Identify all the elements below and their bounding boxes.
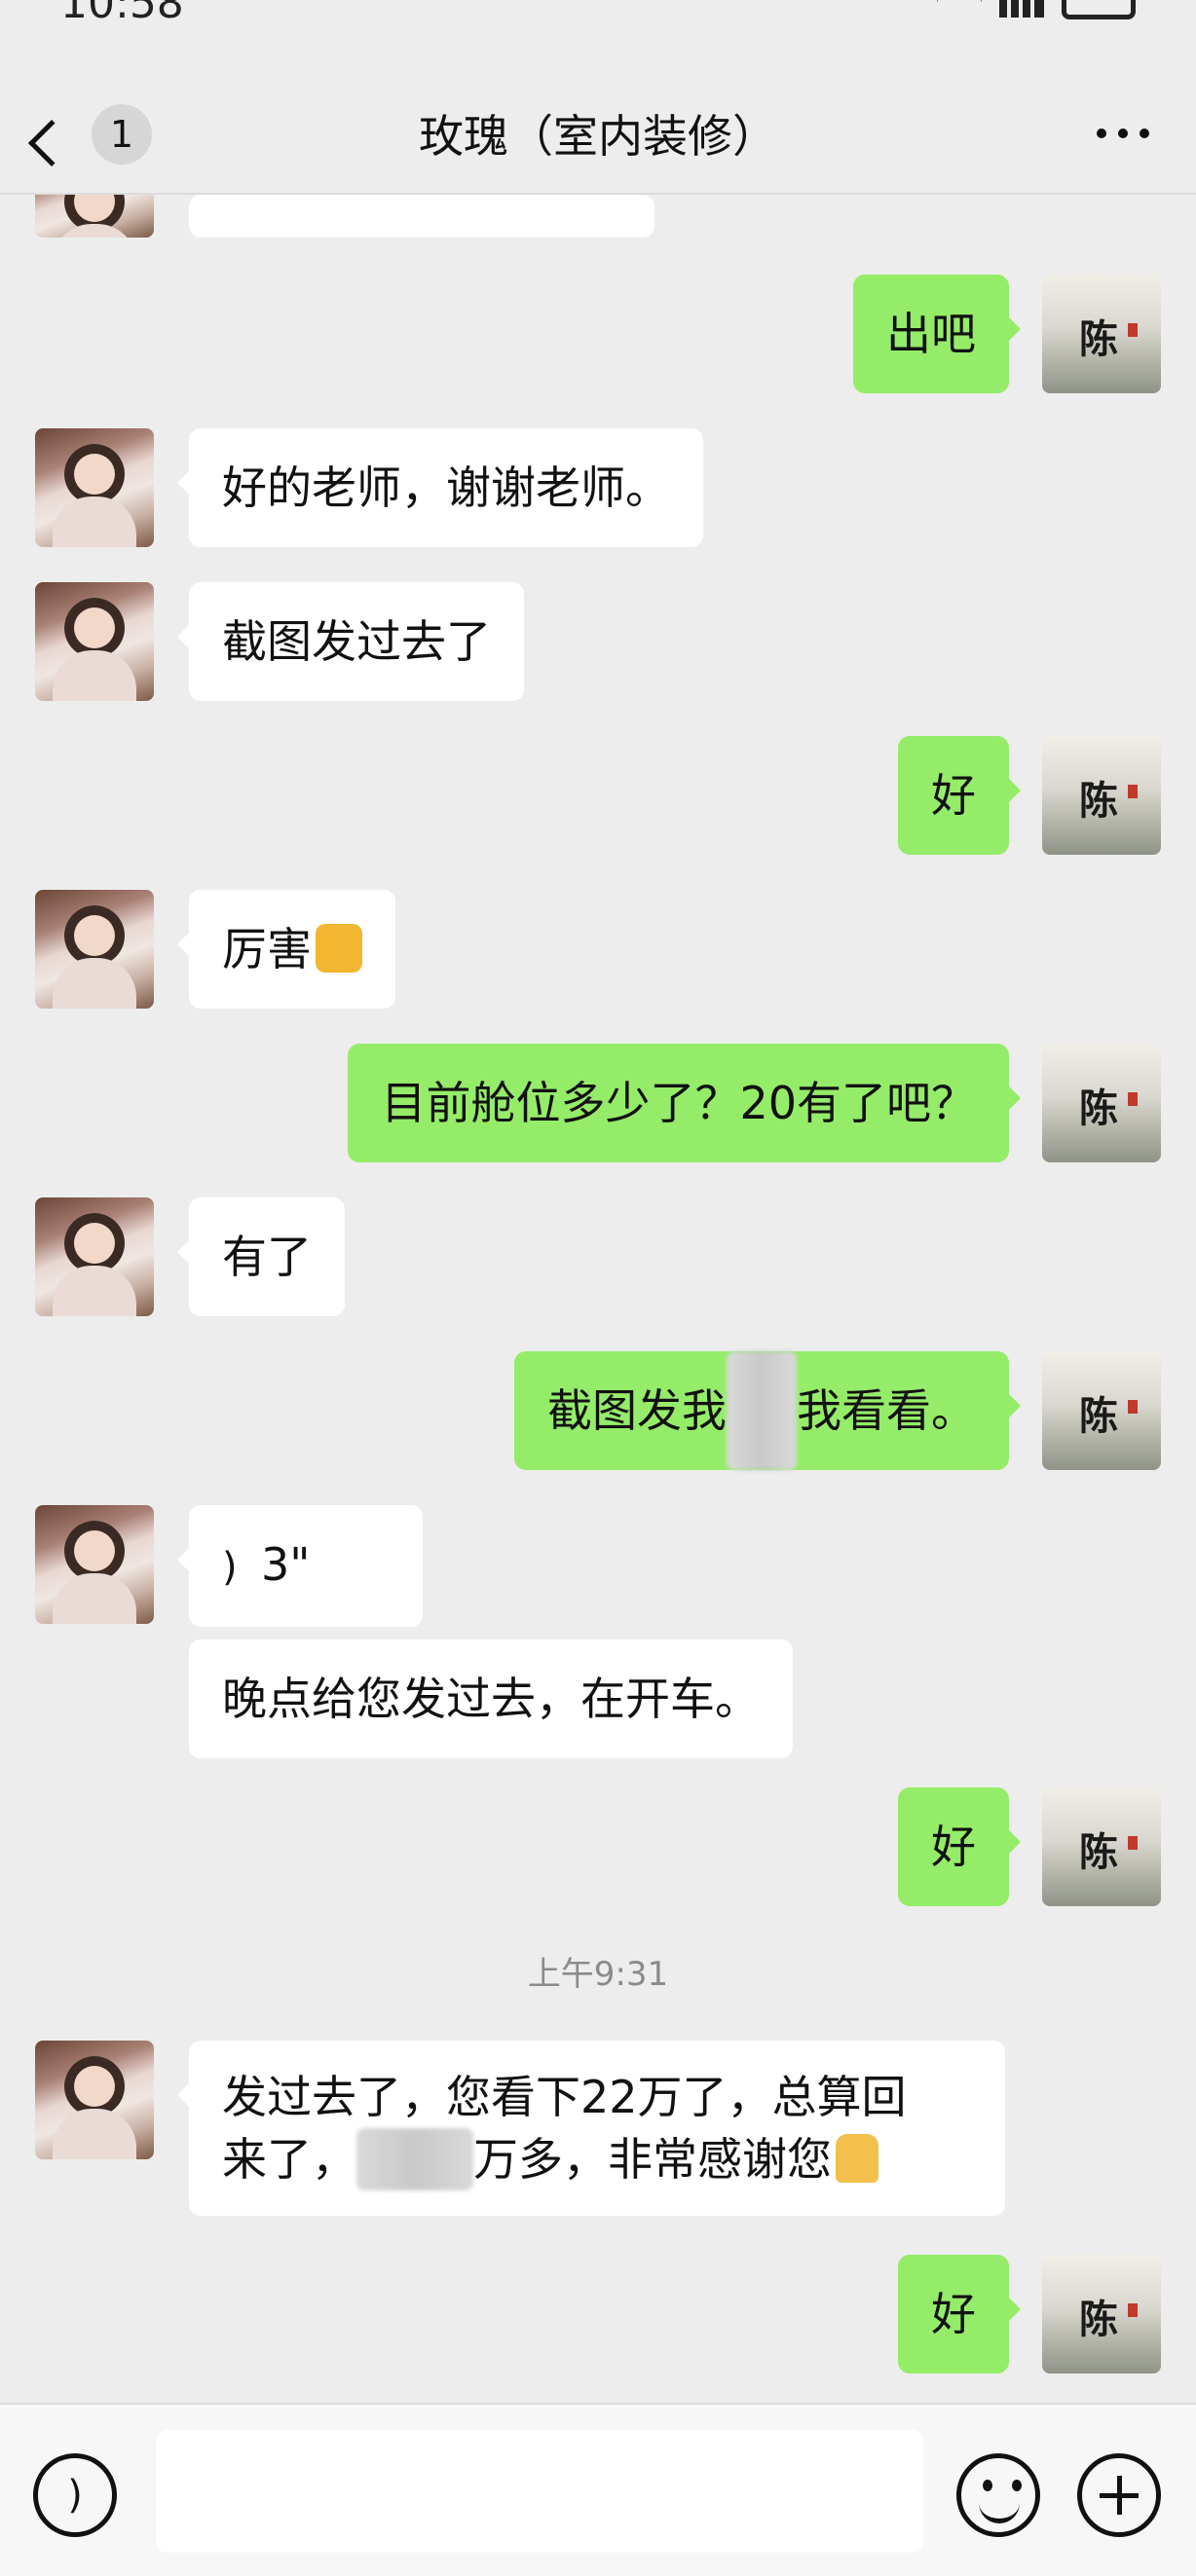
emoji-icon[interactable] bbox=[956, 2453, 1040, 2537]
voice-message-bubble[interactable]: ) 3" bbox=[177, 1505, 423, 1627]
message-row: 截图发我 我看看。 陈 bbox=[0, 1351, 1196, 1470]
message-bubble-outgoing[interactable]: 好 bbox=[898, 2255, 1021, 2374]
message-row: 截图发过去了 bbox=[0, 582, 1196, 701]
message-row: 有了 bbox=[0, 1197, 1196, 1316]
contact-avatar[interactable] bbox=[35, 1197, 154, 1316]
chat-header: 1 玫瑰（室内装修） bbox=[0, 90, 1196, 195]
thumbs-up-icon bbox=[316, 924, 362, 973]
message-timestamp: 上午9:31 bbox=[527, 1955, 669, 1994]
message-row: 出吧 陈 bbox=[0, 275, 1196, 393]
message-bubble-incoming[interactable]: 发过去了，您看下22万了，总算回 来了， 万多，非常感谢您 bbox=[177, 2041, 1005, 2216]
my-avatar[interactable]: 陈 bbox=[1042, 736, 1161, 855]
message-row: 发过去了，您看下22万了，总算回 来了， 万多，非常感谢您 bbox=[0, 2041, 1196, 2222]
chat-title: 玫瑰（室内装修） bbox=[419, 110, 777, 163]
message-row: … bbox=[0, 195, 1196, 238]
message-row: 厉害 bbox=[0, 890, 1196, 1009]
my-avatar[interactable]: 陈 bbox=[1042, 1787, 1161, 1906]
message-bubble-incoming[interactable]: … bbox=[189, 195, 654, 238]
message-bubble-incoming[interactable]: 截图发过去了 bbox=[177, 582, 524, 701]
message-row: 目前舱位多少了？20有了吧？ 陈 bbox=[0, 1044, 1196, 1162]
message-row: 好 陈 bbox=[0, 1787, 1196, 1906]
contact-avatar[interactable] bbox=[35, 2041, 154, 2159]
status-bar: 10:58 bbox=[0, 0, 1196, 39]
status-time: 10:58 bbox=[60, 0, 184, 28]
message-row: 晚点给您发过去，在开车。 bbox=[0, 1639, 1196, 1758]
contact-avatar[interactable] bbox=[35, 428, 154, 547]
message-row: 好 陈 bbox=[0, 2255, 1196, 2374]
my-avatar[interactable]: 陈 bbox=[1042, 1351, 1161, 1470]
contact-avatar[interactable] bbox=[35, 195, 154, 238]
signal-icon bbox=[999, 0, 1044, 18]
my-avatar[interactable]: 陈 bbox=[1042, 275, 1161, 393]
wifi-icon bbox=[937, 0, 982, 18]
contact-avatar[interactable] bbox=[35, 890, 154, 1009]
voice-wave-icon: ) bbox=[222, 1545, 238, 1590]
battery-icon bbox=[1062, 0, 1136, 19]
message-bubble-outgoing[interactable]: 目前舱位多少了？20有了吧？ bbox=[348, 1044, 1021, 1162]
my-avatar[interactable]: 陈 bbox=[1042, 2255, 1161, 2374]
status-icons bbox=[937, 0, 1136, 19]
message-list[interactable]: … 出吧 陈 好的老师，谢谢老师。 截图发过去了 好 陈 厉害 目前舱位多少了？… bbox=[0, 195, 1196, 2403]
message-row: ) 3" bbox=[0, 1505, 1196, 1627]
message-bubble-outgoing[interactable]: 好 bbox=[898, 1787, 1021, 1906]
message-bubble-incoming[interactable]: 晚点给您发过去，在开车。 bbox=[189, 1639, 793, 1758]
more-icon[interactable] bbox=[1097, 129, 1149, 138]
plus-icon[interactable] bbox=[1077, 2453, 1161, 2537]
message-bubble-outgoing[interactable]: 截图发我 我看看。 bbox=[514, 1351, 1021, 1470]
contact-avatar[interactable] bbox=[35, 582, 154, 701]
praying-hands-icon bbox=[836, 2134, 878, 2183]
message-input[interactable] bbox=[156, 2430, 923, 2553]
message-row: 好的老师，谢谢老师。 bbox=[0, 428, 1196, 547]
message-bubble-outgoing[interactable]: 好 bbox=[898, 736, 1021, 855]
input-toolbar: ) bbox=[0, 2403, 1196, 2576]
my-avatar[interactable]: 陈 bbox=[1042, 1044, 1161, 1162]
message-row: 好 陈 bbox=[0, 736, 1196, 855]
contact-avatar[interactable] bbox=[35, 1505, 154, 1624]
message-bubble-incoming[interactable]: 厉害 bbox=[177, 890, 395, 1009]
message-bubble-incoming[interactable]: 有了 bbox=[177, 1197, 345, 1316]
message-bubble-outgoing[interactable]: 出吧 bbox=[853, 275, 1021, 393]
message-bubble-incoming[interactable]: 好的老师，谢谢老师。 bbox=[177, 428, 703, 547]
voice-icon[interactable]: ) bbox=[33, 2453, 117, 2537]
